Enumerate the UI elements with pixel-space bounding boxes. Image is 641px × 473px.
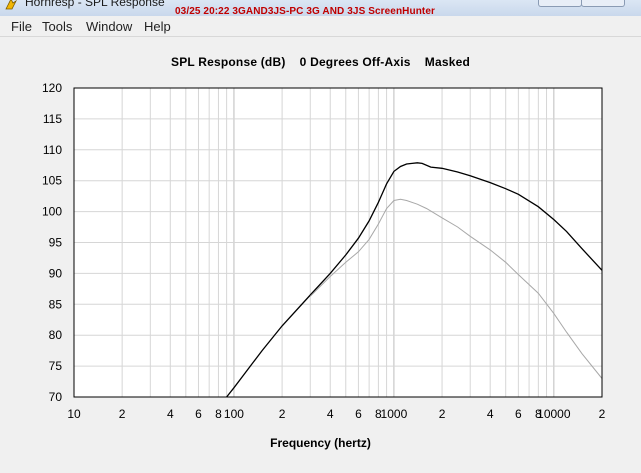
menu-tools[interactable]: Tools <box>42 19 72 34</box>
chart-area: SPL Response (dB) 0 Degrees Off-Axis Mas… <box>0 37 641 473</box>
menu-window[interactable]: Window <box>86 19 132 34</box>
window-title: Hornresp - SPL Response <box>25 0 165 9</box>
y-tick-label: 120 <box>42 81 62 95</box>
x-tick-label: 6 <box>195 407 202 421</box>
menu-file[interactable]: File <box>11 19 32 34</box>
screenshot-overlay-text: 03/25 20:22 3GAND3JS-PC 3G AND 3JS Scree… <box>175 6 435 16</box>
y-tick-label: 110 <box>43 143 62 157</box>
x-tick-label: 10 <box>67 407 81 421</box>
y-tick-label: 100 <box>42 205 62 219</box>
x-tick-label: 4 <box>327 407 334 421</box>
x-tick-label: 1000 <box>381 407 408 421</box>
x-tick-label: 2 <box>119 407 126 421</box>
x-tick-label: 6 <box>355 407 362 421</box>
spl-chart: 70758085909510010511011512010 2 4 6 8 100 2 4 6 8… <box>42 81 606 421</box>
y-tick-label: 70 <box>49 390 63 404</box>
y-tick-label: 115 <box>43 112 62 126</box>
y-tick-label: 95 <box>49 236 63 250</box>
x-tick-label: 10000 <box>537 407 571 421</box>
menu-help[interactable]: Help <box>144 19 171 34</box>
maximize-button[interactable] <box>581 0 625 7</box>
x-tick-label: 8 <box>215 407 222 421</box>
x-tick-label: 2 <box>439 407 446 421</box>
x-tick-label: 6 <box>515 407 522 421</box>
y-tick-label: 90 <box>49 266 63 280</box>
app-icon <box>5 0 17 10</box>
x-tick-label: 2 <box>599 407 606 421</box>
x-axis-title: Frequency (hertz) <box>270 436 371 450</box>
x-tick-label: 100 <box>224 407 244 421</box>
y-tick-label: 80 <box>49 328 63 342</box>
x-tick-label: 4 <box>487 407 494 421</box>
y-tick-label: 75 <box>49 359 63 373</box>
minimize-button[interactable] <box>538 0 582 7</box>
menu-bar: File Tools Window Help <box>0 16 641 37</box>
y-tick-label: 85 <box>49 297 63 311</box>
x-tick-label: 4 <box>167 407 174 421</box>
x-tick-label: 2 <box>279 407 286 421</box>
title-bar: Hornresp - SPL Response 03/25 20:22 3GAN… <box>0 0 641 16</box>
y-tick-label: 105 <box>42 174 62 188</box>
